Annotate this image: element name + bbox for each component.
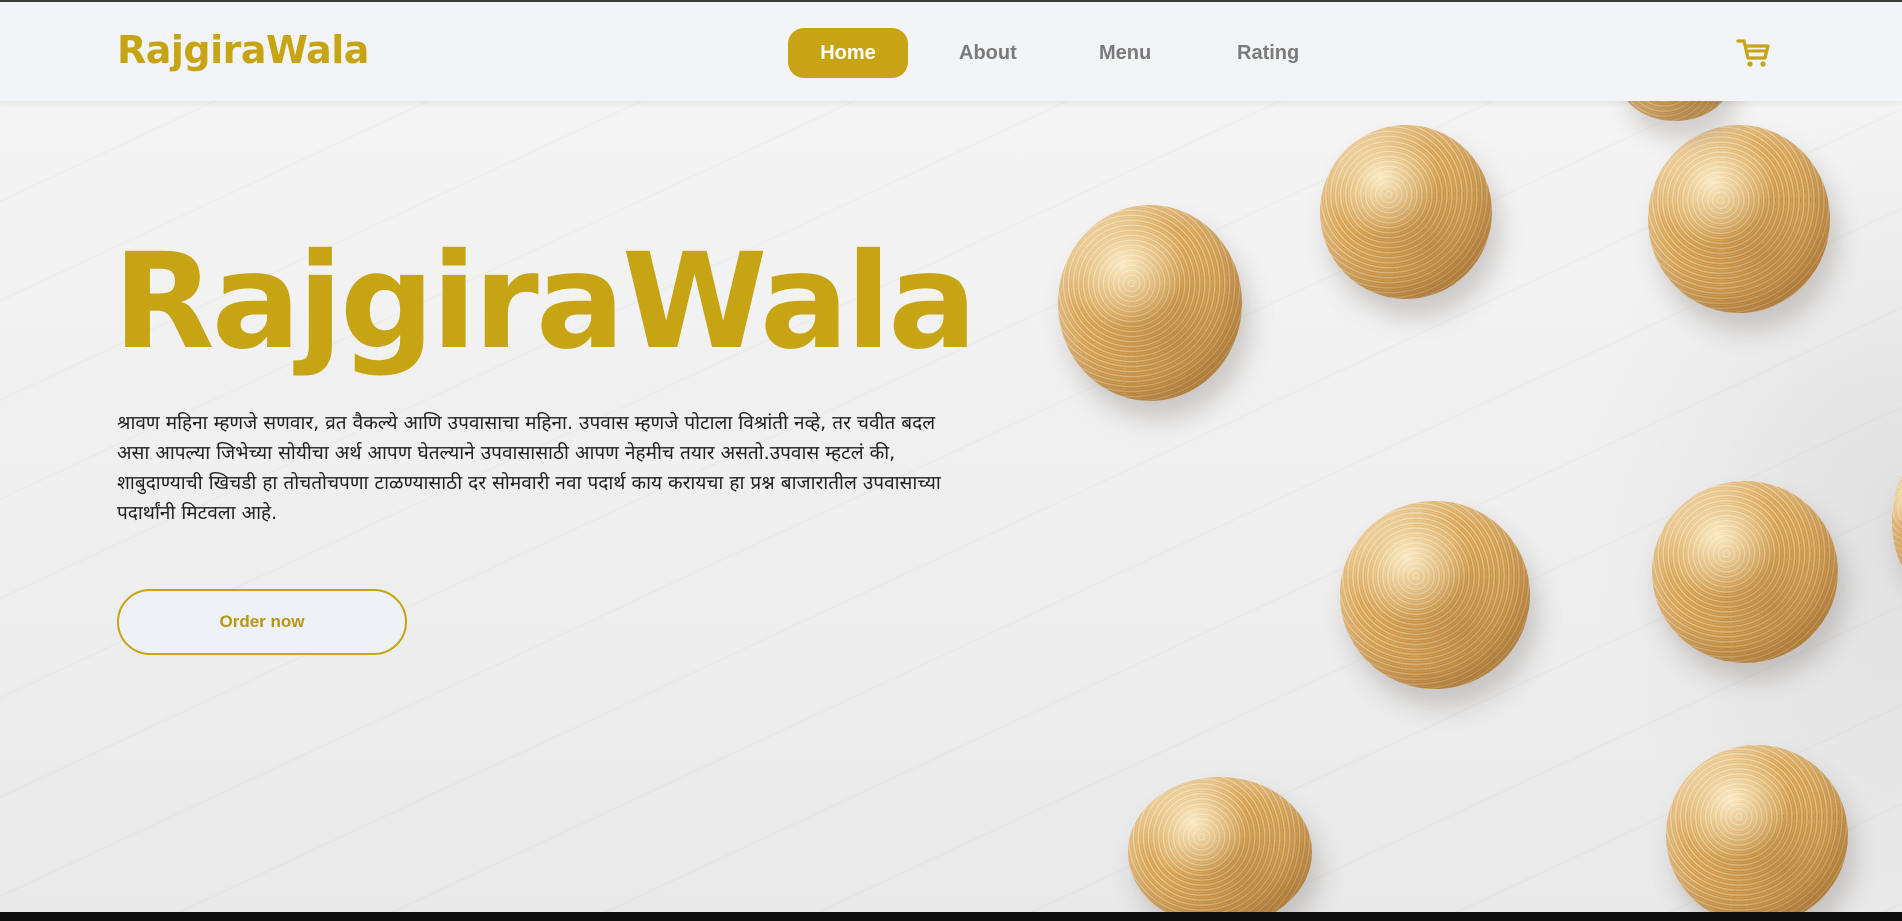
top-navbar: RajgiraWala Home About Menu Rating [0, 2, 1902, 101]
hero-title: RajgiraWala [113, 225, 977, 379]
laddoo-image [1128, 777, 1312, 912]
laddoo-image [1340, 501, 1530, 689]
shopping-cart-icon[interactable] [1734, 32, 1774, 72]
laddoo-image [1320, 125, 1492, 299]
order-now-button[interactable]: Order now [117, 589, 407, 655]
window-bottom-border [0, 912, 1902, 921]
laddoo-image [1652, 481, 1838, 663]
nav-menu[interactable]: Menu [1099, 28, 1151, 78]
nav-home[interactable]: Home [788, 28, 908, 78]
laddoo-image [1648, 125, 1830, 313]
nav-about[interactable]: About [959, 28, 1017, 78]
laddoo-image [1058, 205, 1242, 401]
brand-logo[interactable]: RajgiraWala [117, 28, 369, 72]
nav-rating[interactable]: Rating [1237, 28, 1299, 78]
laddoo-image [1666, 745, 1848, 912]
hero-description: श्रावण महिना म्हणजे सणवार, व्रत वैकल्ये … [117, 412, 941, 524]
